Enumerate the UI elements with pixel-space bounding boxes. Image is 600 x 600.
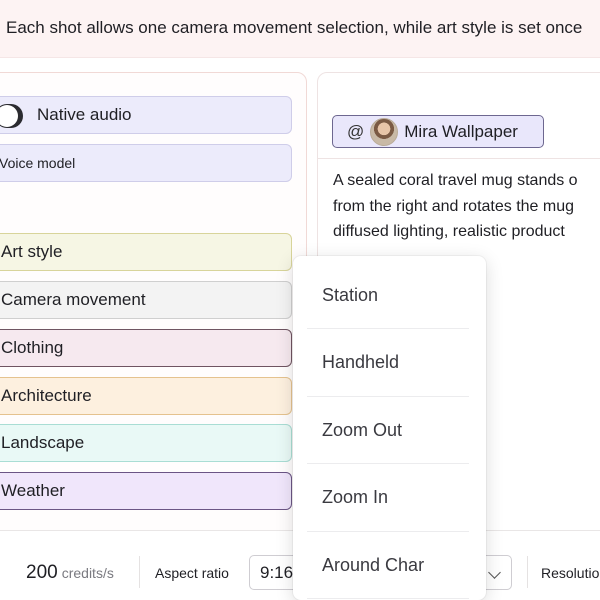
element-label: Camera movement xyxy=(1,290,146,309)
element-label: Clothing xyxy=(1,338,64,357)
description-line: from the right and rotates the mug xyxy=(333,197,575,215)
element-label: Landscape xyxy=(1,433,85,452)
voice-model-field[interactable]: Voice model xyxy=(0,144,292,182)
dropdown-option-zoom-out[interactable]: Zoom Out xyxy=(307,397,469,464)
aspect-ratio-label: Aspect ratio xyxy=(155,565,229,581)
native-audio-toggle[interactable] xyxy=(0,104,23,128)
camera-movement-dropdown: Station Handheld Zoom Out Zoom In Around Cha… xyxy=(293,256,486,600)
element-architecture[interactable]: Architecture xyxy=(0,377,292,415)
native-audio-label: Native audio xyxy=(37,105,132,124)
description-line: diffused lighting, realistic product xyxy=(333,223,565,240)
element-art-style[interactable]: Art style xyxy=(0,233,292,271)
mention-chip[interactable]: @ Mira Wallpaper xyxy=(332,115,544,148)
voice-model-label: Voice model xyxy=(0,155,76,171)
description-line: A sealed coral travel mug stands o xyxy=(333,172,578,189)
at-sign: @ xyxy=(347,121,365,141)
dropdown-option-handheld[interactable]: Handheld xyxy=(307,330,469,397)
element-camera-movement[interactable]: Camera movement xyxy=(0,281,292,319)
dropdown-option-zoom-in[interactable]: Zoom In xyxy=(307,465,469,532)
avatar xyxy=(370,117,399,146)
dropdown-option-around-char[interactable]: Around Char xyxy=(307,532,469,599)
banner-text: Each shot allows one camera movement sel… xyxy=(6,18,583,37)
native-audio-toggle-row[interactable]: Native audio xyxy=(0,96,292,134)
toolbar-divider xyxy=(139,556,140,588)
element-label: Weather xyxy=(1,481,65,500)
credits-unit: credits/s xyxy=(61,565,114,581)
mention-name: Mira Wallpaper xyxy=(404,121,518,141)
chevron-down-icon xyxy=(488,566,501,579)
toolbar-divider xyxy=(527,556,528,588)
element-label: Architecture xyxy=(1,386,92,405)
aspect-ratio-value: 9:16 xyxy=(260,562,294,582)
element-landscape[interactable]: Landscape xyxy=(0,424,292,462)
credits-value: 200 xyxy=(26,562,58,583)
element-clothing[interactable]: Clothing xyxy=(0,329,292,367)
credits-readout: 200 credits/s xyxy=(26,562,114,584)
resolution-label: Resolutio xyxy=(541,565,600,581)
prompt-description[interactable]: A sealed coral travel mug stands o from … xyxy=(333,168,600,245)
dropdown-option-station[interactable]: Station xyxy=(307,262,469,329)
element-weather[interactable]: Weather xyxy=(0,472,292,510)
info-banner: Each shot allows one camera movement sel… xyxy=(0,0,600,58)
element-label: Art style xyxy=(1,242,63,261)
